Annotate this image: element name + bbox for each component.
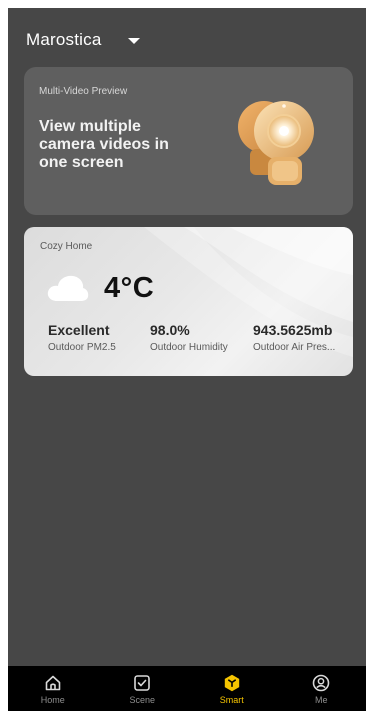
stat-label: Outdoor PM2.5 <box>48 342 116 353</box>
stat-air-pressure: 943.5625mb Outdoor Air Pres... <box>253 322 347 353</box>
multi-video-preview-card[interactable]: Multi-Video Preview View multiple camera… <box>24 67 353 215</box>
tab-label: Home <box>40 695 65 705</box>
tab-scene[interactable]: Scene <box>98 666 188 711</box>
tab-label: Smart <box>219 695 244 705</box>
stat-label: Outdoor Air Pres... <box>253 342 336 353</box>
tab-me[interactable]: Me <box>277 666 366 711</box>
tab-label: Scene <box>129 695 156 705</box>
stat-humidity: 98.0% Outdoor Humidity <box>150 322 228 353</box>
stat-value: Excellent <box>48 322 110 338</box>
tab-label: Me <box>314 695 328 705</box>
stat-value: 98.0% <box>150 322 190 338</box>
promo-headline: View multiple camera videos in one scree… <box>39 118 169 171</box>
profile-icon <box>312 674 330 692</box>
location-selector[interactable]: Marostica <box>26 28 140 52</box>
tab-home[interactable]: Home <box>8 666 98 711</box>
stat-value: 943.5625mb <box>253 322 333 338</box>
location-name[interactable]: Marostica <box>26 30 102 50</box>
cloud-icon <box>47 275 89 301</box>
smart-hexagon-icon <box>224 674 239 692</box>
home-name: Cozy Home <box>40 241 93 252</box>
weather-card[interactable]: Cozy Home 4°C Excellent Outdoor PM2.5 98… <box>24 227 353 376</box>
home-icon <box>45 675 61 691</box>
tab-smart[interactable]: Smart <box>187 666 277 711</box>
temperature: 4°C <box>104 272 155 304</box>
stat-label: Outdoor Humidity <box>150 342 228 353</box>
app-screen: Marostica Multi-Video Preview View multi… <box>8 8 366 711</box>
caret-down-icon[interactable] <box>127 38 140 44</box>
security-camera-icon <box>238 101 314 185</box>
promo-kicker: Multi-Video Preview <box>39 86 128 97</box>
bottom-tab-bar: Home Scene Smart Me <box>8 666 366 711</box>
stat-pm25: Excellent Outdoor PM2.5 <box>48 322 116 353</box>
checkbox-icon <box>134 675 151 691</box>
